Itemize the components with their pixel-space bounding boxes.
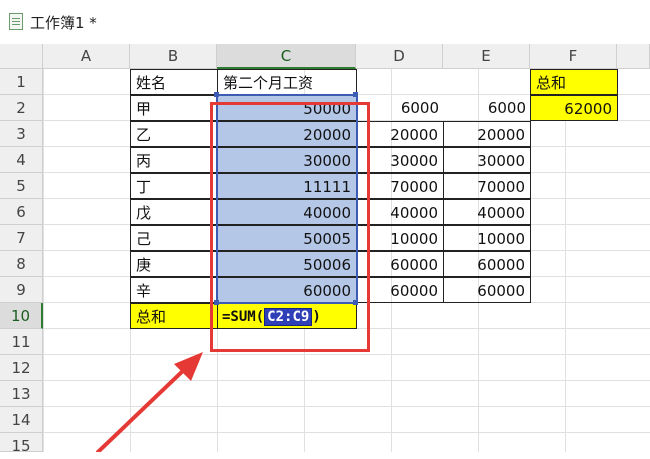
annotation-red-arrow [96, 352, 203, 452]
